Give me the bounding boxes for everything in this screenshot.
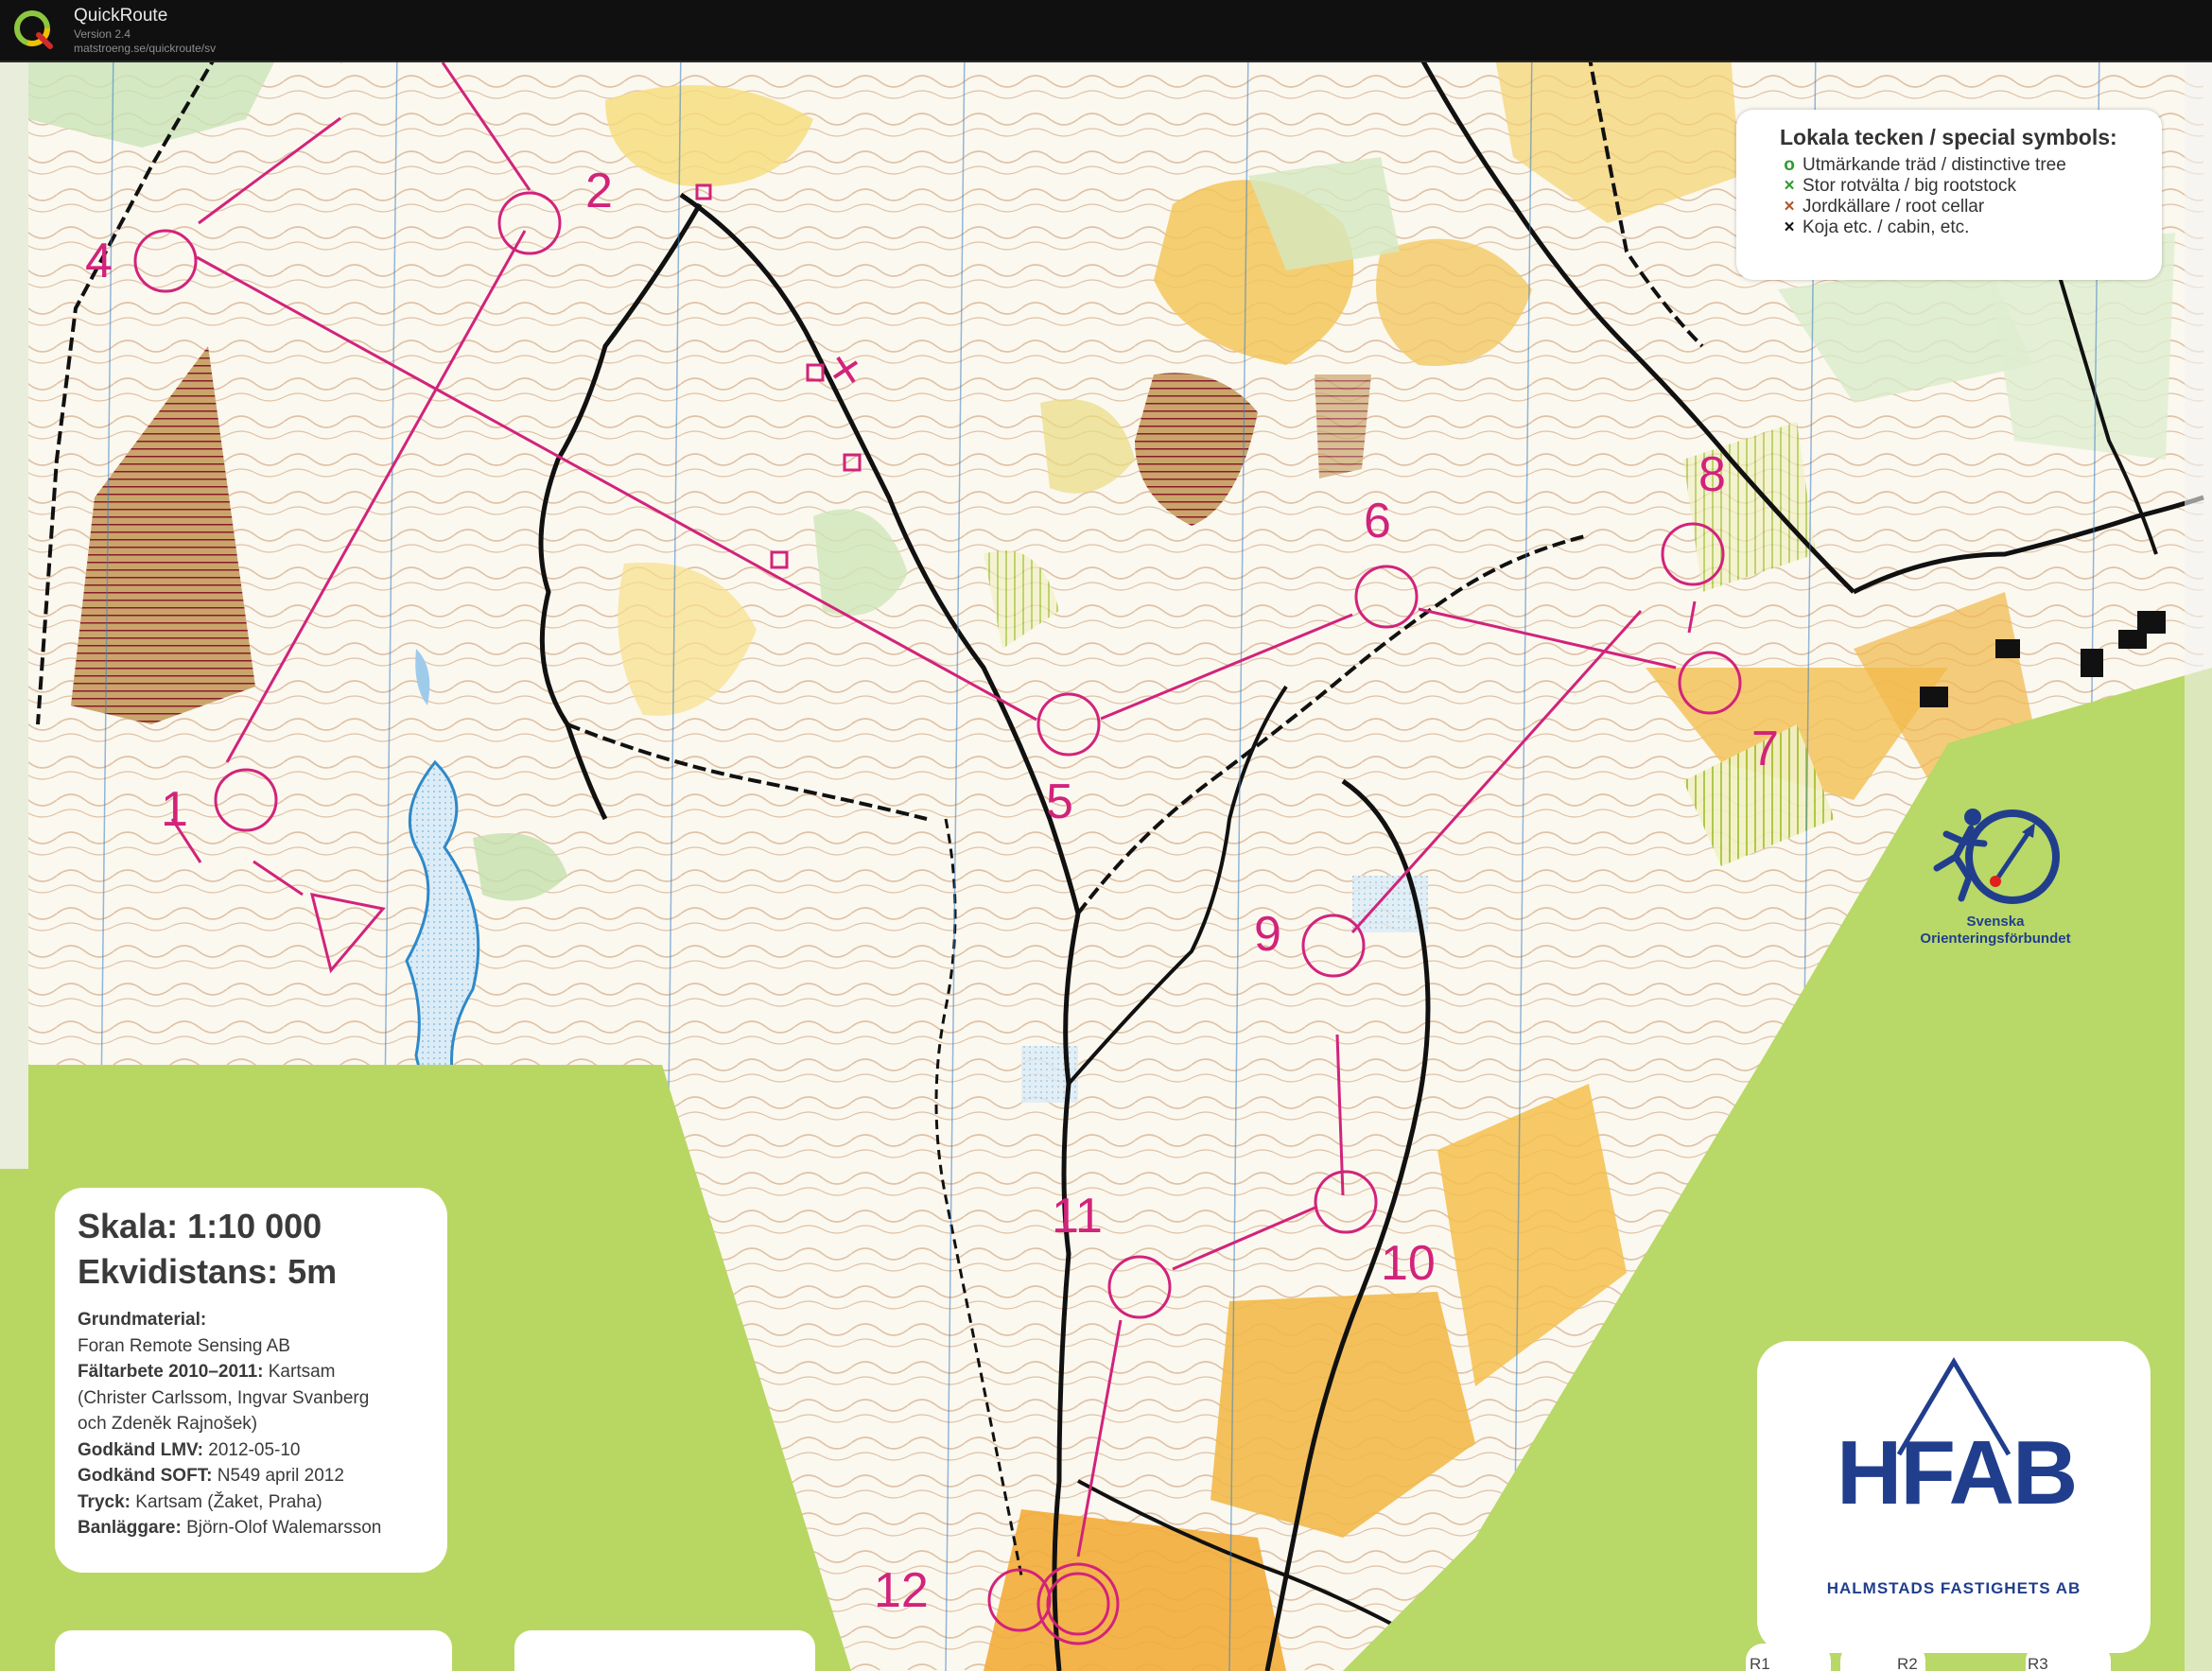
cabin-icon: ×	[1784, 218, 1795, 237]
quickroute-q-icon	[14, 10, 53, 49]
federation-name: Svenska Orienteringsförbundet	[1901, 914, 2090, 948]
legend-label: Jordkällare / root cellar	[1803, 197, 1985, 217]
legend-item: o Utmärkande träd / distinctive tree	[1780, 155, 2066, 176]
legend-item: × Koja etc. / cabin, etc.	[1780, 218, 1969, 238]
credit-value: Kartsam (Žaket, Praha)	[135, 1491, 322, 1512]
control-number-12: 12	[874, 1563, 929, 1618]
credit-value: Kartsam	[268, 1362, 336, 1382]
federation-line1: Svenska	[1966, 914, 2025, 930]
map-info-panel: Skala: 1:10 000 Ekvidistans: 5m Grundmat…	[55, 1188, 447, 1573]
control-number-4: 4	[85, 234, 113, 288]
rootstock-icon: ×	[1784, 176, 1795, 196]
credit-label: Godkänd LMV:	[78, 1439, 203, 1460]
app-url: matstroeng.se/quickroute/sv	[74, 42, 217, 55]
control-number-10: 10	[1381, 1236, 1436, 1291]
credit-value: 2012-05-10	[208, 1439, 301, 1460]
credit-label: Fältarbete 2010–2011:	[78, 1362, 264, 1382]
credit-label: Tryck:	[78, 1491, 131, 1512]
credit-value: och Zdeněk Rajnošek)	[78, 1414, 258, 1434]
contour-interval: Ekvidistans: 5m	[78, 1252, 338, 1291]
control-number-11: 11	[1052, 1189, 1103, 1244]
root-cellar-icon: ×	[1784, 197, 1795, 217]
control-number-6: 6	[1364, 494, 1391, 548]
orienteering-runner-compass-icon	[1933, 809, 2060, 904]
control-number-2: 2	[585, 164, 613, 218]
credit-label: Banläggare:	[78, 1518, 182, 1538]
sponsor-name: HALMSTADS FASTIGHETS AB	[1826, 1579, 2081, 1597]
r-label: R2	[1897, 1655, 1918, 1671]
credit-label: Grundmaterial:	[78, 1310, 207, 1330]
bottom-panel	[514, 1630, 815, 1671]
orienteering-map[interactable]: 1 2 4 5 6 7 8 9 10 11 12 Lokala tecken /…	[0, 62, 2212, 1671]
r-label: R3	[2028, 1655, 2048, 1671]
map-scale: Skala: 1:10 000	[78, 1207, 322, 1245]
control-number-1: 1	[161, 782, 188, 837]
legend-item: × Stor rotvälta / big rootstock	[1780, 176, 2016, 197]
control-number-9: 9	[1254, 907, 1281, 962]
control-number-8: 8	[1698, 447, 1726, 502]
distinctive-tree-icon: o	[1784, 155, 1795, 175]
legend-label: Utmärkande träd / distinctive tree	[1803, 155, 2066, 175]
sponsor-logo: HFAB	[1837, 1422, 2078, 1523]
app-name: QuickRoute	[74, 6, 168, 26]
legend-item: × Jordkällare / root cellar	[1780, 197, 1984, 218]
r-label: R1	[1750, 1655, 1770, 1671]
map-credits: Grundmaterial: Foran Remote Sensing AB F…	[78, 1307, 381, 1541]
credit-label: Godkänd SOFT:	[78, 1466, 213, 1486]
control-number-5: 5	[1046, 775, 1073, 829]
credit-value: Björn-Olof Walemarsson	[186, 1518, 382, 1538]
credit-value: (Christer Carlssom, Ingvar Svanberg	[78, 1387, 370, 1408]
title-bar: QuickRoute Version 2.4 matstroeng.se/qui…	[0, 0, 2212, 62]
sponsor-panel: HFAB HALMSTADS FASTIGHETS AB	[1757, 1341, 2151, 1653]
legend-label: Stor rotvälta / big rootstock	[1803, 176, 2016, 196]
legend-panel: Lokala tecken / special symbols: o Utmärk…	[1736, 110, 2162, 280]
app-version: Version 2.4	[74, 27, 131, 41]
bottom-panel	[55, 1630, 452, 1671]
credit-value: N549 april 2012	[217, 1466, 344, 1486]
legend-label: Koja etc. / cabin, etc.	[1803, 218, 1970, 237]
control-number-7: 7	[1751, 722, 1779, 776]
legend-title: Lokala tecken / special symbols:	[1780, 125, 2117, 149]
federation-line2: Orienteringsförbundet	[1920, 931, 2071, 947]
credit-value: Foran Remote Sensing AB	[78, 1335, 290, 1356]
